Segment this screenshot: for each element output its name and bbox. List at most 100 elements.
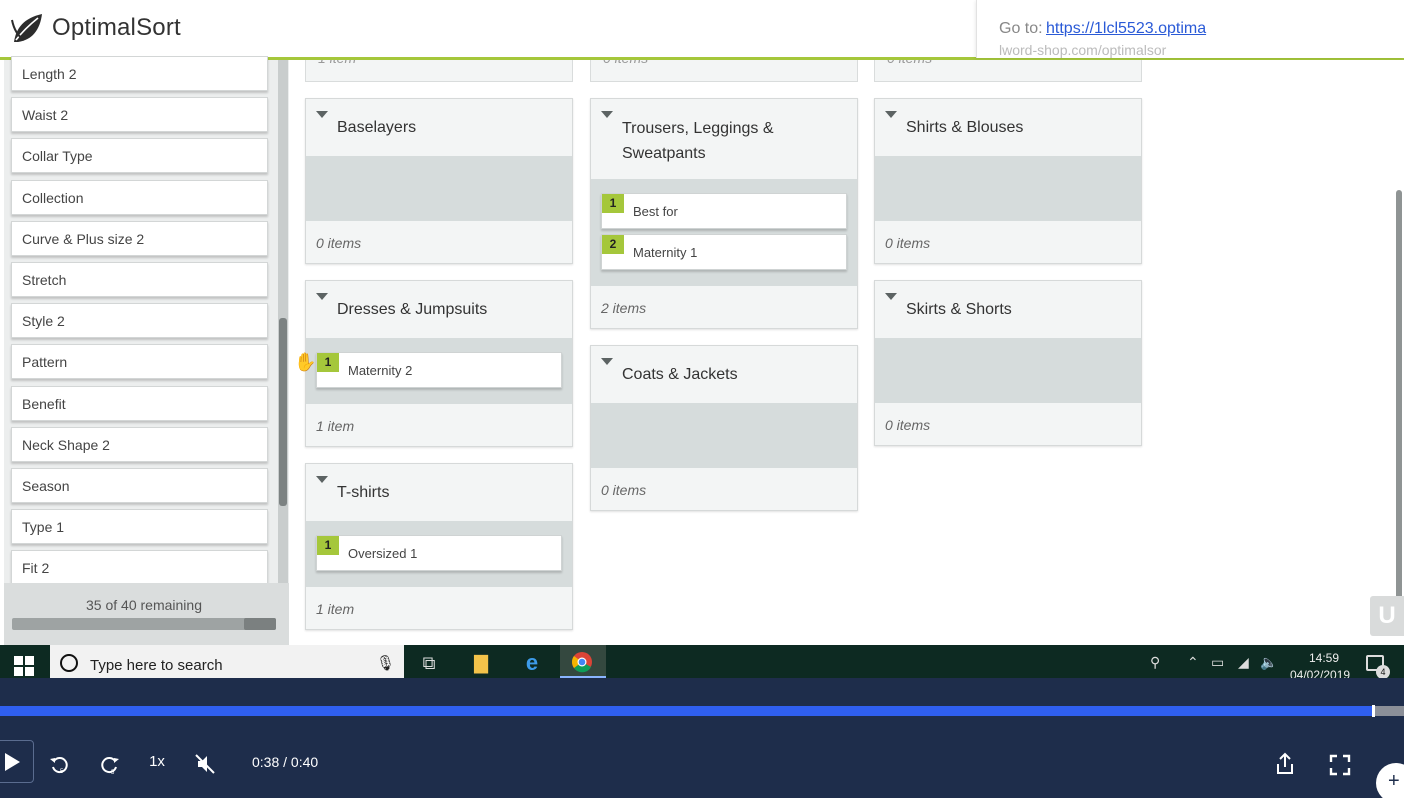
sidebar-card[interactable]: Curve & Plus size 2 — [11, 220, 268, 256]
sorted-card[interactable]: 1 Best for — [601, 193, 847, 229]
rewind-5-icon[interactable]: 5 — [48, 751, 72, 779]
sorted-card[interactable]: 2 Maternity 1 — [601, 234, 847, 270]
chrome-taskbar-button[interactable] — [560, 645, 606, 678]
video-frame: OptimalSort Go to: https://1lcl5523.opti… — [0, 0, 1404, 678]
collapse-caret-icon[interactable] — [601, 358, 613, 365]
sidebar-card[interactable]: Type 1 — [11, 509, 268, 545]
notification-count-badge: 4 — [1376, 665, 1390, 678]
goto-link[interactable]: https://1lcl5523.optima — [1046, 20, 1206, 38]
collapse-caret-icon[interactable] — [601, 111, 613, 118]
card-rank-badge: 1 — [317, 353, 339, 372]
collapse-caret-icon[interactable] — [885, 111, 897, 118]
sidebar-card[interactable]: Collection — [11, 179, 268, 215]
category-group[interactable]: Shirts & Blouses 0 items — [874, 98, 1142, 264]
sidebar-card[interactable]: Pattern — [11, 344, 268, 380]
group-title[interactable]: Baselayers — [337, 115, 557, 140]
playback-speed-button[interactable]: 1x — [144, 748, 170, 776]
group-drop-zone[interactable] — [591, 403, 857, 468]
horizontal-scrollbar-thumb[interactable] — [244, 618, 276, 630]
sorted-card-label: Best for — [633, 204, 678, 219]
group-drop-zone[interactable]: 1 Best for 2 Maternity 1 — [591, 179, 857, 286]
goto-link-continued: lword-shop.com/optimalsor — [999, 42, 1167, 58]
category-group[interactable]: Coats & Jackets 0 items — [590, 345, 858, 511]
group-item-count: 0 items — [601, 482, 647, 498]
card-rank-badge: 2 — [602, 235, 624, 254]
category-group[interactable]: Dresses & Jumpsuits 1 Maternity 2 1 item — [305, 280, 573, 447]
category-group[interactable]: Trousers, Leggings & Sweatpants 1 Best for… — [590, 98, 858, 329]
play-icon — [5, 753, 20, 771]
group-item-count: 1 item — [316, 601, 355, 617]
sidebar-scrollbar-thumb[interactable] — [279, 318, 287, 506]
sorted-card-label: Maternity 1 — [633, 245, 698, 260]
group-item-count: 0 items — [885, 417, 931, 433]
sorted-card[interactable]: 1 Maternity 2 — [316, 352, 562, 388]
play-button[interactable] — [0, 740, 34, 783]
category-group[interactable]: T-shirts 1 Oversized 1 1 item — [305, 463, 573, 630]
group-title[interactable]: Skirts & Shorts — [906, 297, 1126, 322]
remaining-footer: 35 of 40 remaining — [4, 583, 289, 645]
taskbar-search-box[interactable]: Type here to search 🎙 — [50, 645, 404, 678]
people-icon[interactable]: ⚲ — [1150, 654, 1160, 671]
collapse-caret-icon[interactable] — [316, 111, 328, 118]
muted-volume-icon[interactable] — [193, 750, 217, 778]
share-icon[interactable] — [1274, 750, 1296, 778]
video-progress-handle[interactable] — [1372, 705, 1375, 717]
group-title[interactable]: Trousers, Leggings & Sweatpants — [622, 116, 842, 166]
video-progress-fill — [0, 706, 1374, 716]
sidebar-card[interactable]: Collar Type — [11, 138, 268, 174]
sorted-card-label: Maternity 2 — [348, 363, 413, 378]
group-drop-zone[interactable]: 1 Oversized 1 — [306, 521, 572, 587]
sidebar-card[interactable]: Waist 2 — [11, 97, 268, 133]
group-header: Coats & Jackets — [591, 346, 857, 403]
group-header: Trousers, Leggings & Sweatpants — [591, 99, 857, 179]
group-drop-zone[interactable] — [306, 156, 572, 221]
group-header: Baselayers — [306, 99, 572, 156]
add-button[interactable]: + — [1376, 763, 1404, 798]
sidebar-card[interactable]: Benefit — [11, 385, 268, 421]
video-timecode: 0:38 / 0:40 — [252, 754, 319, 770]
task-view-icon[interactable]: ⧉ — [414, 650, 444, 676]
group-header: T-shirts — [306, 464, 572, 521]
edge-browser-icon[interactable]: e — [517, 650, 547, 676]
sidebar-card[interactable]: Length 2 — [11, 56, 268, 91]
group-title[interactable]: Coats & Jackets — [622, 362, 842, 387]
group-stub: 0 items — [874, 60, 1142, 82]
group-stub: 0 items — [590, 60, 858, 82]
sidebar-card[interactable]: Stretch — [11, 262, 268, 297]
collapse-caret-icon[interactable] — [885, 293, 897, 300]
microphone-icon[interactable]: 🎙 — [376, 654, 395, 672]
group-drop-zone[interactable]: 1 Maternity 2 — [306, 338, 572, 404]
page-scrollbar[interactable] — [1396, 190, 1402, 610]
sorting-canvas: 1 item Baselayers 0 items Dresses & Jumpsui… — [289, 60, 1404, 645]
group-drop-zone[interactable] — [875, 156, 1141, 221]
chrome-icon — [572, 652, 592, 673]
group-drop-zone[interactable] — [875, 338, 1141, 403]
sidebar-card[interactable]: Neck Shape 2 — [11, 426, 268, 462]
sidebar-card[interactable]: Season — [11, 468, 268, 503]
collapse-caret-icon[interactable] — [316, 476, 328, 483]
tray-chevron-up-icon[interactable]: ⌃ — [1187, 654, 1199, 671]
group-stub: 1 item — [305, 60, 573, 82]
group-header: Skirts & Shorts — [875, 281, 1141, 338]
windows-start-icon[interactable] — [14, 656, 34, 676]
clock-date[interactable]: 04/02/2019 — [1290, 668, 1350, 678]
group-title[interactable]: Dresses & Jumpsuits — [337, 297, 557, 322]
forward-5-icon[interactable]: 5 — [97, 751, 121, 779]
group-title[interactable]: T-shirts — [337, 480, 557, 505]
volume-icon[interactable]: 🔈 — [1260, 654, 1277, 671]
fullscreen-icon[interactable] — [1329, 751, 1351, 779]
sorted-card-label: Oversized 1 — [348, 546, 418, 561]
horizontal-scrollbar[interactable] — [12, 618, 276, 630]
clock-time[interactable]: 14:59 — [1304, 651, 1344, 665]
sorted-card[interactable]: 1 Oversized 1 — [316, 535, 562, 571]
battery-icon[interactable]: ▭ — [1211, 654, 1224, 671]
collapse-caret-icon[interactable] — [316, 293, 328, 300]
sidebar-card[interactable]: Style 2 — [11, 303, 268, 339]
category-group[interactable]: Skirts & Shorts 0 items — [874, 280, 1142, 446]
file-explorer-icon[interactable]: ▇ — [466, 650, 496, 676]
group-title[interactable]: Shirts & Blouses — [906, 115, 1126, 140]
optimalsort-header: OptimalSort Go to: https://1lcl5523.opti… — [0, 0, 1404, 60]
sidebar-card[interactable]: Fit 2 — [11, 550, 268, 586]
wifi-icon[interactable]: ◢ — [1238, 654, 1249, 671]
category-group[interactable]: Baselayers 0 items — [305, 98, 573, 264]
